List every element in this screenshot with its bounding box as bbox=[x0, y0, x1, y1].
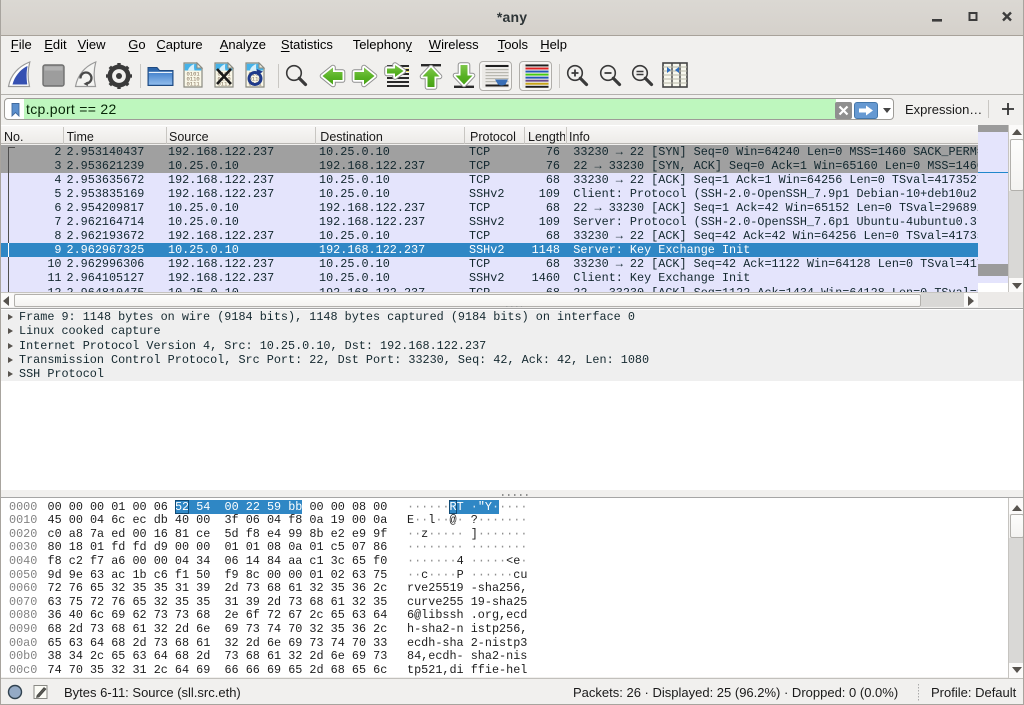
svg-text:0111: 0111 bbox=[187, 81, 201, 88]
